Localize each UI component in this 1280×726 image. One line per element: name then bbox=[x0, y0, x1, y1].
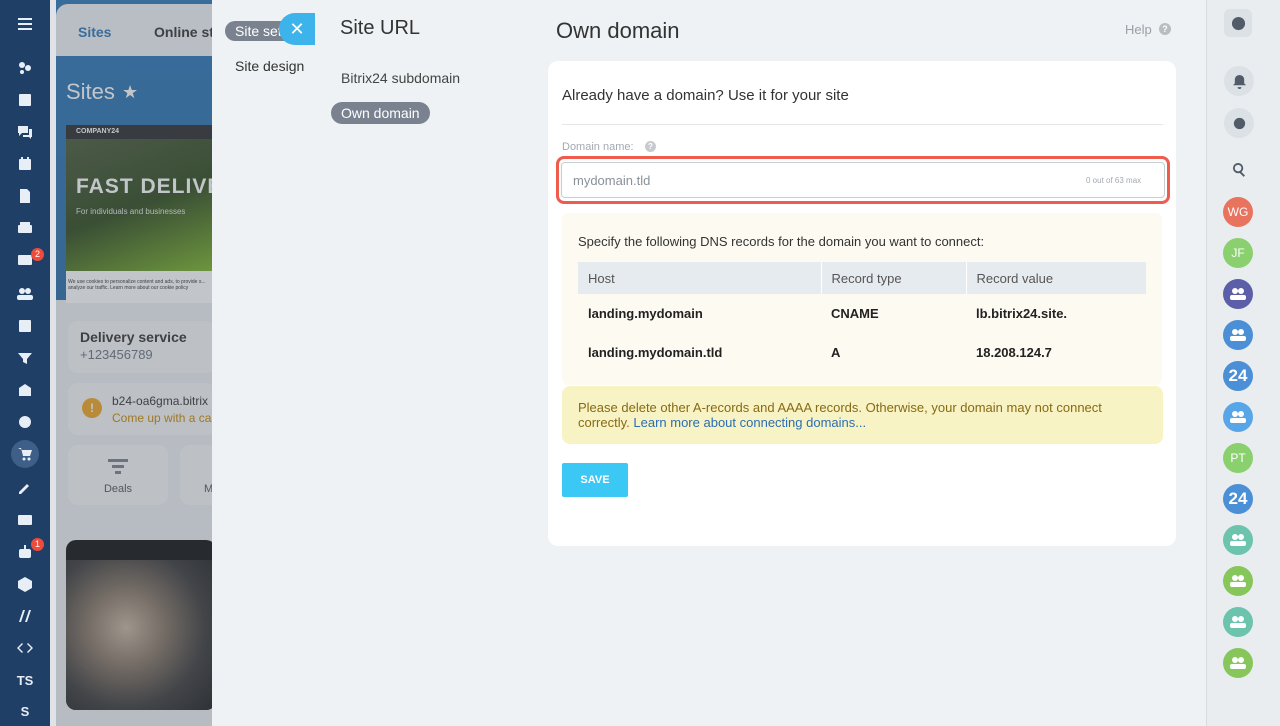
chat-avatar[interactable] bbox=[1223, 279, 1253, 309]
save-button[interactable]: SAVE bbox=[562, 463, 628, 497]
chat-avatar[interactable]: 24 bbox=[1223, 361, 1253, 391]
char-counter: 0 out of 63 max bbox=[1086, 176, 1142, 185]
left-rail: 2 1 TS S bbox=[0, 0, 50, 726]
s-avatar[interactable]: S bbox=[0, 704, 50, 719]
document-icon[interactable] bbox=[13, 184, 37, 208]
drive-icon[interactable] bbox=[13, 216, 37, 240]
box-icon[interactable] bbox=[13, 572, 37, 596]
chat-avatar[interactable] bbox=[1223, 320, 1253, 350]
team-icon[interactable] bbox=[13, 282, 37, 306]
card-heading: Already have a domain? Use it for your s… bbox=[562, 87, 849, 104]
chat-icon[interactable] bbox=[13, 120, 37, 144]
bell-icon[interactable] bbox=[1224, 66, 1254, 96]
bot-badge: 1 bbox=[31, 538, 45, 551]
contact-card-icon[interactable] bbox=[13, 508, 37, 532]
chat-avatar[interactable] bbox=[1223, 566, 1253, 596]
chat-avatar[interactable] bbox=[1223, 402, 1253, 432]
dns-header-host: Host bbox=[578, 262, 822, 294]
group-icon bbox=[1230, 616, 1246, 628]
dns-records-box: Specify the following DNS records for th… bbox=[562, 213, 1162, 385]
dns-header-record-value: Record value bbox=[966, 262, 1146, 294]
funnel-icon[interactable] bbox=[13, 346, 37, 370]
help-icon[interactable] bbox=[1224, 9, 1252, 37]
panel-title: Site URL bbox=[340, 17, 421, 39]
dns-cell-host: landing.mydomain.tld bbox=[588, 345, 723, 360]
help-icon[interactable]: ? bbox=[1159, 23, 1171, 35]
mail-badge: 2 bbox=[31, 248, 45, 261]
table-row: landing.mydomain.tld A 18.208.124.7 bbox=[578, 333, 1146, 372]
code-icon[interactable] bbox=[13, 636, 37, 660]
group-icon bbox=[1230, 575, 1246, 587]
dns-cell-value: 18.208.124.7 bbox=[976, 345, 1052, 360]
content-title: Own domain bbox=[556, 18, 680, 43]
store-icon[interactable] bbox=[13, 378, 37, 402]
group-icon bbox=[1230, 534, 1246, 546]
dns-table: Host Record type Record value landing.my… bbox=[578, 262, 1146, 372]
cart-icon[interactable] bbox=[11, 440, 39, 468]
chat-avatar[interactable] bbox=[1223, 607, 1253, 637]
group-icon bbox=[1230, 329, 1246, 341]
right-rail: WG JF 24 PT 24 bbox=[1206, 0, 1280, 726]
close-panel-button[interactable]: ✕ bbox=[279, 13, 315, 45]
close-icon: ✕ bbox=[289, 19, 305, 39]
chat-avatar[interactable] bbox=[1223, 648, 1253, 678]
dns-caption: Specify the following DNS records for th… bbox=[578, 234, 985, 249]
dns-cell-type: CNAME bbox=[831, 306, 879, 321]
group-icon bbox=[1230, 657, 1246, 669]
target-icon[interactable] bbox=[13, 410, 37, 434]
site-url-panel: Site URL Bitrix24 subdomain Own domain O… bbox=[316, 0, 1206, 726]
settings-nav: Site settings Site design bbox=[212, 0, 316, 726]
table-row: landing.mydomain CNAME lb.bitrix24.site. bbox=[578, 294, 1146, 333]
chat-avatar[interactable]: WG bbox=[1223, 197, 1253, 227]
marketing-icon[interactable] bbox=[13, 604, 37, 628]
own-domain-card: Already have a domain? Use it for your s… bbox=[548, 61, 1176, 546]
chat-avatar[interactable]: 24 bbox=[1223, 484, 1253, 514]
dns-cell-host: landing.mydomain bbox=[588, 306, 703, 321]
group-icon bbox=[1230, 288, 1246, 300]
calendar-icon[interactable] bbox=[13, 152, 37, 176]
checklist-icon[interactable] bbox=[13, 314, 37, 338]
help-link[interactable]: Help bbox=[1125, 22, 1152, 37]
dns-header-record-type: Record type bbox=[821, 262, 967, 294]
chat-avatar[interactable]: JF bbox=[1223, 238, 1253, 268]
dns-alert: Please delete other A-records and AAAA r… bbox=[562, 386, 1163, 444]
side-item-own-domain[interactable]: Own domain bbox=[331, 102, 430, 124]
menu-icon[interactable] bbox=[13, 12, 37, 36]
divider bbox=[562, 124, 1163, 125]
chat-avatar[interactable] bbox=[1223, 525, 1253, 555]
search-icon[interactable] bbox=[1224, 154, 1254, 184]
feed-icon[interactable] bbox=[13, 56, 37, 80]
dns-cell-type: A bbox=[831, 345, 841, 360]
sign-icon[interactable] bbox=[13, 476, 37, 500]
dns-cell-value: lb.bitrix24.site. bbox=[976, 306, 1068, 321]
tasks-icon[interactable] bbox=[13, 88, 37, 112]
nav-site-design[interactable]: Site design bbox=[235, 58, 304, 74]
chat-avatar[interactable]: PT bbox=[1223, 443, 1253, 473]
field-help-icon[interactable]: ? bbox=[645, 141, 656, 152]
domain-field-label: Domain name: bbox=[562, 141, 634, 153]
side-item-bitrix24-subdomain[interactable]: Bitrix24 subdomain bbox=[331, 67, 470, 89]
domain-name-input[interactable] bbox=[561, 162, 1165, 198]
group-icon bbox=[1230, 411, 1246, 423]
ts-avatar[interactable]: TS bbox=[0, 673, 50, 688]
learn-more-link[interactable]: Learn more about connecting domains... bbox=[633, 415, 866, 430]
messages-icon[interactable] bbox=[1224, 108, 1254, 138]
